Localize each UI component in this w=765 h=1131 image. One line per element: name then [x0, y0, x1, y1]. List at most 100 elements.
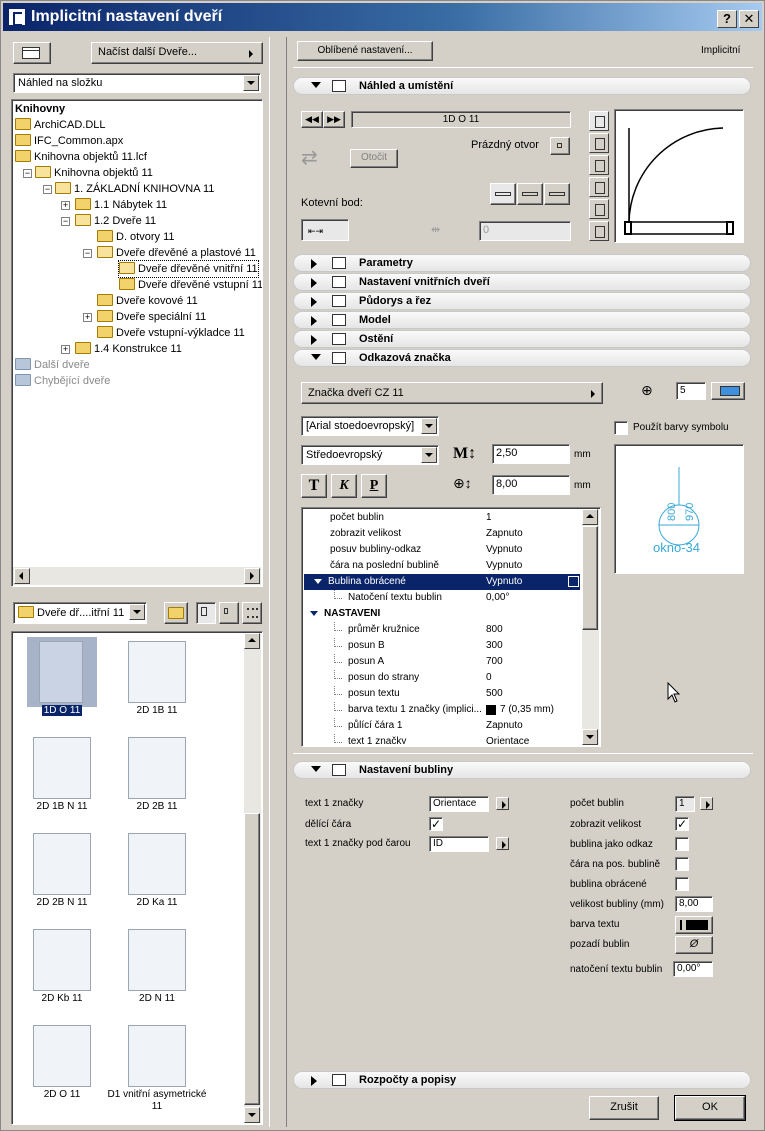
- help-button[interactable]: ?: [717, 10, 737, 28]
- view-mode-button[interactable]: [13, 42, 51, 64]
- text1-under-menu-button[interactable]: [496, 837, 509, 850]
- property-row[interactable]: průměr kružnice 800: [304, 622, 580, 638]
- expand-toggle[interactable]: +: [61, 345, 70, 354]
- scroll-thumb[interactable]: [244, 813, 260, 1105]
- pen-input[interactable]: 5: [676, 382, 706, 400]
- bubble-inverted-checkbox[interactable]: [675, 877, 689, 891]
- anchor-center-button[interactable]: [517, 183, 543, 205]
- line-on-pos-checkbox[interactable]: [675, 857, 689, 871]
- bubble-count-menu-button[interactable]: [700, 797, 713, 810]
- rotation-input[interactable]: 0,00°: [673, 961, 713, 977]
- bubble-count-input[interactable]: 1: [675, 796, 695, 812]
- pen-color-button[interactable]: [711, 382, 745, 400]
- empty-opening-button[interactable]: [550, 137, 570, 155]
- panel-splitter[interactable]: [269, 37, 287, 1127]
- load-more-doors-button[interactable]: Načíst další Dveře...: [91, 42, 263, 64]
- text1-menu-button[interactable]: [496, 797, 509, 810]
- tree-item[interactable]: Dveře vstupní-výkladce 11: [97, 325, 245, 341]
- 3d-view-button[interactable]: [589, 177, 609, 197]
- marker-offset-input[interactable]: 8,00: [492, 475, 570, 495]
- section-marker[interactable]: Odkazová značka: [293, 349, 751, 367]
- scroll-down-button[interactable]: [582, 729, 598, 745]
- property-row-selected[interactable]: Bublina obrácené Vypnuto: [304, 574, 580, 590]
- thumbnail-scrollbar[interactable]: [244, 633, 261, 1123]
- elevation-view-button[interactable]: [589, 133, 609, 153]
- tree-horizontal-scrollbar[interactable]: [13, 567, 261, 585]
- italic-button[interactable]: K: [331, 474, 357, 498]
- underline-button[interactable]: P: [361, 474, 387, 498]
- divider-checkbox[interactable]: ✓: [429, 817, 443, 831]
- property-row[interactable]: posun B 300: [304, 638, 580, 654]
- section-parameters[interactable]: Parametry: [293, 254, 751, 272]
- scroll-down-button[interactable]: [244, 1107, 260, 1123]
- bubble-as-ref-checkbox[interactable]: [675, 837, 689, 851]
- section-plan[interactable]: Půdorys a řez: [293, 292, 751, 310]
- list-button[interactable]: [242, 602, 262, 624]
- close-button[interactable]: ✕: [739, 10, 759, 28]
- property-row[interactable]: půlící čára 1 Zapnuto: [304, 718, 580, 734]
- text1-input[interactable]: Orientace: [429, 796, 489, 812]
- anchor-right-button[interactable]: [544, 183, 570, 205]
- scroll-right-button[interactable]: [244, 568, 260, 584]
- next-object-button[interactable]: ▶▶: [323, 111, 345, 128]
- tree-item[interactable]: 1.4 Konstrukce 11: [75, 341, 182, 357]
- ok-button[interactable]: OK: [674, 1095, 746, 1121]
- section-inner-doors[interactable]: Nastavení vnitřních dveří: [293, 273, 751, 291]
- cancel-button[interactable]: Zrušit: [589, 1096, 659, 1120]
- show-size-checkbox[interactable]: ✓: [675, 817, 689, 831]
- thumbnail-door[interactable]: [27, 829, 97, 899]
- property-row[interactable]: posuv bubliny-odkaz Vypnuto: [304, 542, 580, 558]
- tree-item[interactable]: Knihovna objektů 11.lcf: [15, 149, 147, 165]
- marker-select-button[interactable]: Značka dveří CZ 11: [301, 382, 603, 404]
- anchor-point-button[interactable]: ⇤⇥: [301, 219, 349, 241]
- tree-item[interactable]: Dveře dřevěné a plastové 11: [97, 245, 256, 261]
- text1-under-input[interactable]: ID: [429, 836, 489, 852]
- expand-toggle[interactable]: +: [61, 201, 70, 210]
- collapse-toggle[interactable]: −: [61, 217, 70, 226]
- collapse-toggle[interactable]: −: [23, 169, 32, 178]
- tree-item[interactable]: IFC_Common.apx: [15, 133, 123, 149]
- tree-item[interactable]: Knihovna objektů 11: [35, 165, 153, 181]
- property-row[interactable]: posun A 700: [304, 654, 580, 670]
- row-checkbox[interactable]: [568, 576, 579, 587]
- group-collapse-icon[interactable]: [314, 579, 322, 584]
- bubble-size-input[interactable]: 8,00: [675, 896, 713, 912]
- thumbnail-door[interactable]: [122, 733, 192, 803]
- tree-item[interactable]: 1.1 Nábytek 11: [75, 197, 167, 213]
- property-row[interactable]: čára na poslední bublině Vypnuto: [304, 558, 580, 574]
- properties-scrollbar[interactable]: [582, 509, 599, 745]
- tree-item[interactable]: Další dveře: [15, 357, 90, 373]
- section-view-button[interactable]: [589, 199, 609, 219]
- thumbnail-door[interactable]: [27, 733, 97, 803]
- tree-item[interactable]: ArchiCAD.DLL: [15, 117, 106, 133]
- property-row[interactable]: text 1 značky Orientace: [304, 734, 580, 744]
- plan-view-button[interactable]: [589, 111, 609, 131]
- offset-input[interactable]: 0: [479, 221, 571, 241]
- tree-item[interactable]: 1.2 Dveře 11: [75, 213, 156, 229]
- thumbnail-door[interactable]: [122, 1021, 192, 1091]
- property-row[interactable]: barva textu 1 značky (implici... 7 (0,35 …: [304, 702, 580, 718]
- font-combo[interactable]: [Arial stoedoevropský]: [301, 416, 439, 436]
- thumbnail-door[interactable]: [122, 925, 192, 995]
- rotate-button[interactable]: Otočit: [350, 149, 398, 168]
- property-row[interactable]: posun do strany 0: [304, 670, 580, 686]
- tree-item[interactable]: Dveře speciální 11: [97, 309, 206, 325]
- use-symbol-colors-checkbox[interactable]: [614, 421, 628, 435]
- thumbnail-door[interactable]: [27, 1021, 97, 1091]
- thumbnail-door[interactable]: [27, 637, 97, 707]
- collapse-toggle[interactable]: −: [43, 185, 52, 194]
- list-view-button[interactable]: [589, 221, 609, 241]
- tree-item[interactable]: 1. ZÁKLADNÍ KNIHOVNA 11: [55, 181, 214, 197]
- side-view-button[interactable]: [589, 155, 609, 175]
- folder-combo[interactable]: Dveře dř....itřní 11: [13, 602, 147, 624]
- property-row[interactable]: posun textu 500: [304, 686, 580, 702]
- bubble-bg-button[interactable]: Ø: [675, 936, 713, 954]
- section-bubble[interactable]: Nastavení bubliny: [293, 761, 751, 779]
- tree-item-selected[interactable]: Dveře dřevěné vnitřní 11: [118, 260, 259, 278]
- thumbnail-door[interactable]: [122, 637, 192, 707]
- scroll-left-button[interactable]: [14, 568, 30, 584]
- tree-item[interactable]: Chybějící dveře: [15, 373, 110, 389]
- tree-item[interactable]: Dveře dřevěné vstupní 11: [119, 277, 262, 293]
- favorites-button[interactable]: Oblíbené nastavení...: [297, 41, 433, 61]
- tree-item[interactable]: D. otvory 11: [97, 229, 175, 245]
